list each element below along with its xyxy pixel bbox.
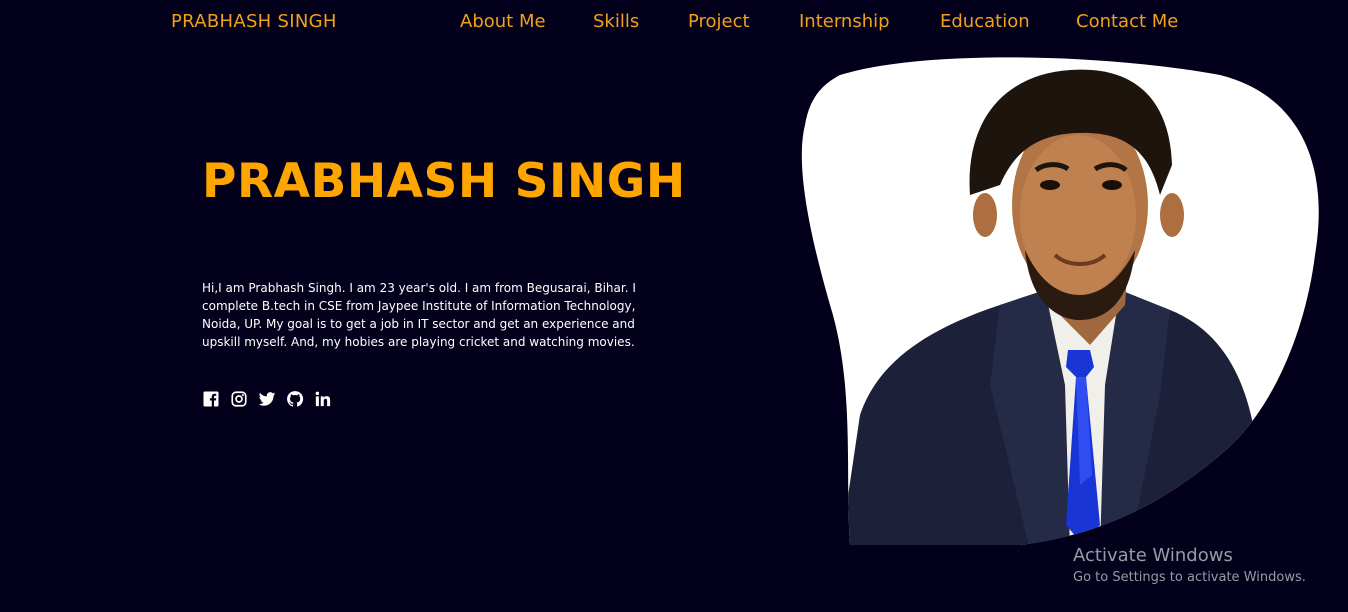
github-icon[interactable] [286, 390, 304, 408]
windows-activation-watermark: Activate Windows Go to Settings to activ… [1073, 545, 1306, 585]
linkedin-icon[interactable] [314, 390, 332, 408]
nav-link-skills[interactable]: Skills [593, 11, 639, 32]
nav-link-about-me[interactable]: About Me [460, 11, 546, 32]
watermark-subtitle: Go to Settings to activate Windows. [1073, 570, 1306, 585]
hero-title: PRABHASH SINGH [202, 154, 686, 209]
instagram-icon[interactable] [230, 390, 248, 408]
navbar: PRABHASH SINGH About Me Skills Project I… [0, 0, 1348, 46]
twitter-icon[interactable] [258, 390, 276, 408]
bio-text: Hi,I am Prabhash Singh. I am 23 year's o… [202, 281, 636, 349]
nav-link-project[interactable]: Project [688, 11, 750, 32]
nav-link-contact-me[interactable]: Contact Me [1076, 11, 1178, 32]
nav-link-education[interactable]: Education [940, 11, 1030, 32]
social-links [202, 390, 332, 408]
watermark-title: Activate Windows [1073, 545, 1233, 566]
page: PRABHASH SINGH About Me Skills Project I… [0, 0, 1348, 612]
facebook-icon[interactable] [202, 390, 220, 408]
nav-link-internship[interactable]: Internship [799, 11, 890, 32]
profile-photo [800, 55, 1325, 550]
brand-logo[interactable]: PRABHASH SINGH [171, 11, 337, 32]
